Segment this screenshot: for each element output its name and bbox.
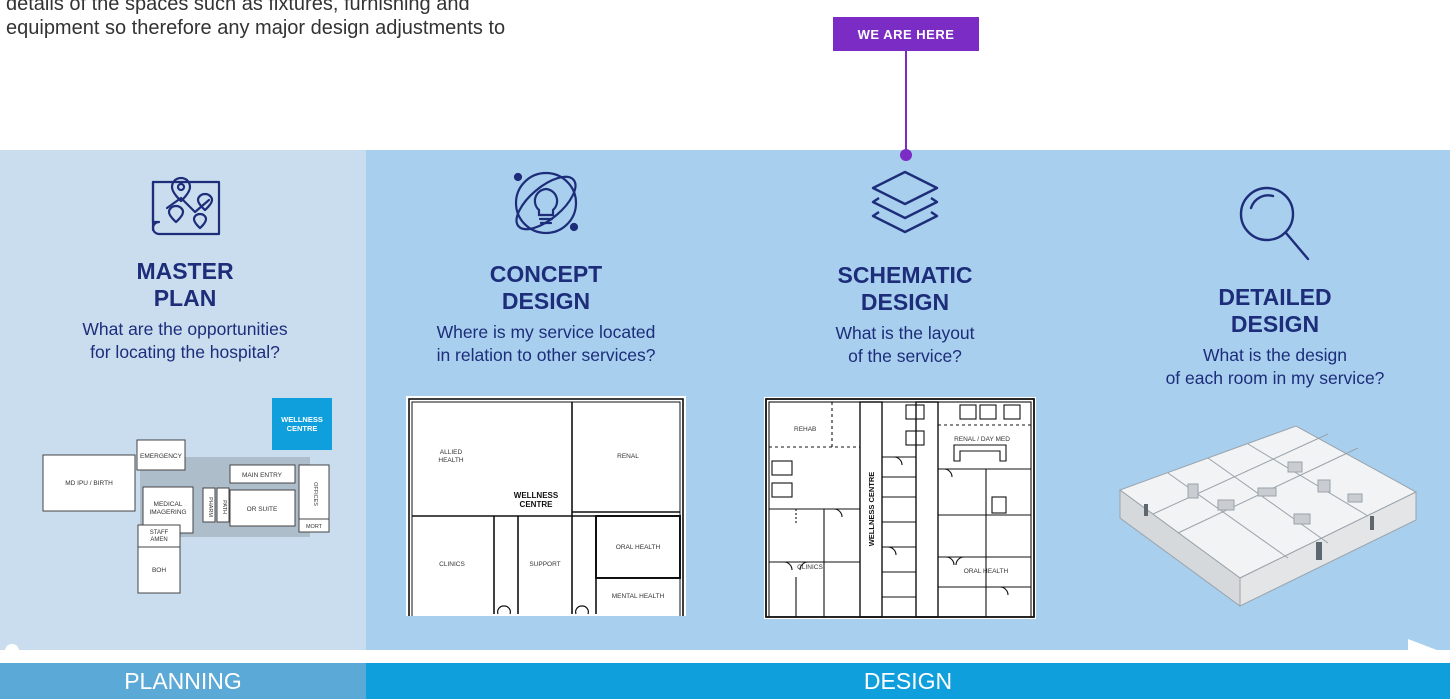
intro-line-2: equipment so therefore any major design … xyxy=(6,17,506,39)
stage-question-line2: for locating the hospital? xyxy=(90,342,280,362)
we-are-here-dot xyxy=(900,149,912,161)
layers-icon xyxy=(871,170,939,234)
mp-emergency-label: EMERGENCY xyxy=(140,453,183,460)
timeline-start-dot xyxy=(5,644,19,658)
intro-line-1: details of the spaces such as fixtures, … xyxy=(6,0,470,15)
we-are-here-connector xyxy=(905,51,907,153)
stage-concept-design: CONCEPT DESIGN Where is my service locate… xyxy=(396,165,696,367)
magnifier-icon xyxy=(1239,186,1310,261)
concept-floor-plan: ALLIED HEALTH RENAL WELLNESS CENTRE CLIN… xyxy=(406,396,686,616)
model-floor xyxy=(1118,425,1418,579)
mp-or-suite-label: OR SUITE xyxy=(247,506,278,513)
sd-oral-label: ORAL HEALTH xyxy=(964,568,1009,575)
stage-title-line2: PLAN xyxy=(153,285,217,311)
cp-allied-label-1: ALLIED xyxy=(440,449,463,456)
sd-renal-label: RENAL / DAY MED xyxy=(954,436,1010,443)
stage-title-line1: CONCEPT xyxy=(489,261,603,287)
design-band-label: DESIGN xyxy=(366,663,1450,699)
sd-wellness-label: WELLNESS CENTRE xyxy=(867,472,876,547)
sd-clinics-label: CLINICS xyxy=(797,564,823,571)
lightbulb-orbit-icon xyxy=(513,171,579,235)
planning-band-label: PLANNING xyxy=(0,663,366,699)
detailed-3d-model xyxy=(1118,425,1418,607)
mp-boh-label: BOH xyxy=(152,567,166,574)
mp-medical-label-1: MEDICAL xyxy=(154,501,183,508)
stage-question-line1: What are the opportunities xyxy=(82,319,288,339)
cp-renal-label: RENAL xyxy=(617,453,639,460)
cp-support-label: SUPPORT xyxy=(529,561,560,568)
cp-wellness-label-2: CENTRE xyxy=(520,500,554,509)
mp-md-ipu-label: MD IPU / BIRTH xyxy=(65,480,113,487)
cp-oral-label: ORAL HEALTH xyxy=(616,544,661,551)
timeline-arrow-head xyxy=(1408,639,1442,665)
stage-question-line2: of each room in my service? xyxy=(1165,368,1385,388)
cp-mental-label: MENTAL HEALTH xyxy=(612,593,665,600)
staff-amen-block xyxy=(137,524,181,548)
mp-wellness-label-2: CENTRE xyxy=(287,424,318,433)
stage-question-line2: of the service? xyxy=(848,346,962,366)
mp-wellness-label-1: WELLNESS xyxy=(281,415,323,424)
mp-medical-label-2: IMAGERING xyxy=(149,509,186,516)
stage-title-line2: DESIGN xyxy=(1230,311,1320,337)
stage-title-line2: DESIGN xyxy=(501,288,591,314)
cp-allied-label-2: HEALTH xyxy=(438,457,463,464)
cp-clinics-label: CLINICS xyxy=(439,561,465,568)
mp-main-entry-label: MAIN ENTRY xyxy=(242,472,283,479)
we-are-here-badge: WE ARE HERE xyxy=(833,17,979,51)
map-pins-icon xyxy=(151,176,221,236)
stage-question-line1: Where is my service located xyxy=(436,322,656,342)
stage-title-line2: DESIGN xyxy=(860,289,950,315)
schematic-floor-plan: REHAB RENAL / DAY MED WELLNESS CENTRE CL… xyxy=(764,397,1036,619)
mp-path-label: PATH xyxy=(221,500,227,514)
stage-question-line2: in relation to other services? xyxy=(436,345,656,365)
master-plan-diagram: WELLNESS CENTRE EMERGENCY MD IPU / BIRTH… xyxy=(42,398,332,594)
mp-mort-label: MORT xyxy=(306,524,323,530)
sd-rehab-label: REHAB xyxy=(794,426,816,433)
stage-question-line1: What is the design xyxy=(1203,345,1347,365)
cp-wellness-label-1: WELLNESS xyxy=(514,491,559,500)
stage-question-line1: What is the layout xyxy=(835,323,975,343)
mp-staff-label-1: STAFF xyxy=(150,530,169,536)
stage-detailed-design: DETAILED DESIGN What is the design of each… xyxy=(1115,182,1435,390)
intro-paragraph: details of the spaces such as fixtures, … xyxy=(6,0,706,40)
stage-title-line1: SCHEMATIC xyxy=(837,262,973,288)
timeline-line xyxy=(12,650,1416,652)
stage-schematic-design: SCHEMATIC DESIGN What is the layout of the… xyxy=(755,168,1055,368)
stage-title-line1: MASTER xyxy=(136,258,234,284)
mp-staff-label-2: AMEN xyxy=(150,537,167,543)
stage-title-line1: DETAILED xyxy=(1218,284,1332,310)
mp-pharm-label: PHARM xyxy=(207,497,213,517)
mp-offices-label: OFFICES xyxy=(312,482,318,506)
stage-master-plan: MASTER PLAN What are the opportunities for… xyxy=(40,172,330,364)
